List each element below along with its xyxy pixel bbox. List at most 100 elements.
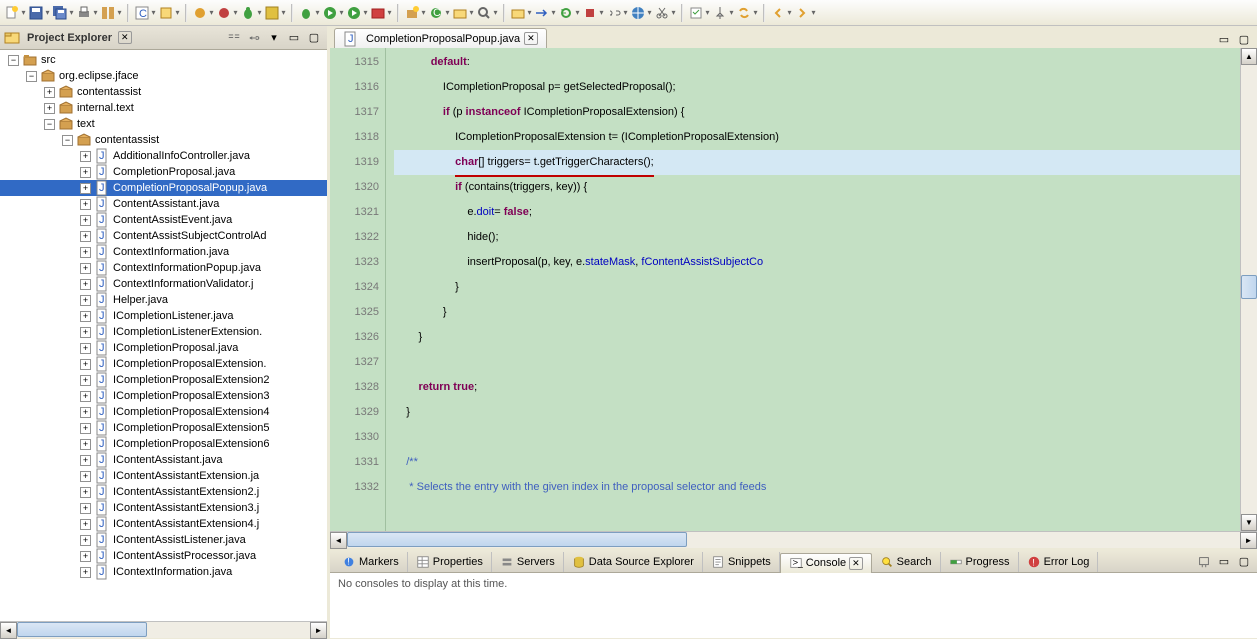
minimize-icon[interactable]: ▭ <box>285 29 303 47</box>
expander-icon[interactable]: + <box>80 407 91 418</box>
new-package-button[interactable]: ▾ <box>404 2 426 24</box>
tree-node[interactable]: −text <box>0 116 327 132</box>
maximize-icon[interactable]: ▢ <box>1235 553 1253 571</box>
expander-icon[interactable]: + <box>80 183 91 194</box>
code-line[interactable]: if (p instanceof ICompletionProposalExte… <box>394 100 1240 125</box>
bug-button[interactable]: ▾ <box>240 2 262 24</box>
profile-button[interactable]: ▾ <box>264 2 286 24</box>
tree-node[interactable]: +JIContentAssistantExtension3.j <box>0 500 327 516</box>
new-folder-button[interactable]: ▾ <box>452 2 474 24</box>
tab-error-log[interactable]: !Error Log <box>1019 552 1099 572</box>
tab-search[interactable]: Search <box>872 552 941 572</box>
cut-button[interactable]: ▾ <box>654 2 676 24</box>
tree-node[interactable]: +JIContentAssistListener.java <box>0 532 327 548</box>
refresh-button[interactable]: ▾ <box>558 2 580 24</box>
tree-node[interactable]: +JICompletionProposalExtension6 <box>0 436 327 452</box>
tree-node[interactable]: +JICompletionListenerExtension. <box>0 324 327 340</box>
minimize-icon[interactable]: ▭ <box>1215 553 1233 571</box>
tree-node[interactable]: +JICompletionProposalExtension4 <box>0 404 327 420</box>
tree-node[interactable]: +JContextInformationValidator.j <box>0 276 327 292</box>
expander-icon[interactable]: − <box>44 119 55 130</box>
scroll-left-icon[interactable]: ◄ <box>330 532 347 549</box>
code-line[interactable]: e.doit= false; <box>394 200 1240 225</box>
scroll-thumb[interactable] <box>17 622 147 637</box>
scroll-down-icon[interactable]: ▼ <box>1241 514 1257 531</box>
code-line[interactable]: } <box>394 325 1240 350</box>
code-line[interactable]: /** <box>394 450 1240 475</box>
expander-icon[interactable]: + <box>80 327 91 338</box>
expander-icon[interactable]: + <box>44 103 55 114</box>
scroll-left-icon[interactable]: ◄ <box>0 622 17 639</box>
tab-data-source-explorer[interactable]: Data Source Explorer <box>564 552 703 572</box>
maximize-icon[interactable]: ▢ <box>1235 30 1253 48</box>
view-menu-icon[interactable]: ▾ <box>265 29 283 47</box>
tree-node[interactable]: −org.eclipse.jface <box>0 68 327 84</box>
maximize-icon[interactable]: ▢ <box>305 29 323 47</box>
expander-icon[interactable]: + <box>80 279 91 290</box>
tree-node[interactable]: +JContextInformationPopup.java <box>0 260 327 276</box>
expander-icon[interactable]: + <box>44 87 55 98</box>
code-line[interactable]: * Selects the entry with the given index… <box>394 475 1240 500</box>
tab-console[interactable]: >_Console ✕ <box>780 553 872 573</box>
expander-icon[interactable]: + <box>80 247 91 258</box>
task-button[interactable]: ▾ <box>688 2 710 24</box>
breakpoint-button[interactable]: ▾ <box>216 2 238 24</box>
code-line[interactable] <box>394 350 1240 375</box>
tree-node[interactable]: +JIContextInformation.java <box>0 564 327 580</box>
expander-icon[interactable]: + <box>80 263 91 274</box>
tree-node[interactable]: +JContentAssistant.java <box>0 196 327 212</box>
run-ext-button[interactable]: ▾ <box>346 2 368 24</box>
code-line[interactable]: char[] triggers= t.getTriggerCharacters(… <box>394 150 1240 175</box>
build-button[interactable]: ▾ <box>100 2 122 24</box>
scroll-thumb[interactable] <box>1241 275 1257 299</box>
expander-icon[interactable]: − <box>26 71 37 82</box>
expander-icon[interactable]: + <box>80 231 91 242</box>
code-line[interactable]: } <box>394 300 1240 325</box>
expander-icon[interactable]: + <box>80 343 91 354</box>
expander-icon[interactable]: + <box>80 359 91 370</box>
open-type-button[interactable]: C▾ <box>134 2 156 24</box>
expander-icon[interactable]: + <box>80 311 91 322</box>
code-line[interactable]: insertProposal(p, key, e.stateMask, fCon… <box>394 250 1240 275</box>
save-button[interactable]: ▾ <box>28 2 50 24</box>
forward-button[interactable]: ▾ <box>794 2 816 24</box>
tree-node[interactable]: −src <box>0 52 327 68</box>
code-line[interactable]: return true; <box>394 375 1240 400</box>
expander-icon[interactable]: + <box>80 519 91 530</box>
tree-node[interactable]: +JIContentAssistantExtension.ja <box>0 468 327 484</box>
close-tab-icon[interactable]: ✕ <box>524 32 538 45</box>
tree-node[interactable]: +JICompletionProposal.java <box>0 340 327 356</box>
code-editor[interactable]: default: ICompletionProposal p= getSelec… <box>386 48 1240 531</box>
tree-node[interactable]: +JContextInformation.java <box>0 244 327 260</box>
expander-icon[interactable]: + <box>80 295 91 306</box>
new-class-button[interactable]: C▾ <box>428 2 450 24</box>
scroll-right-icon[interactable]: ► <box>1240 532 1257 549</box>
tree-node[interactable]: +JAdditionalInfoController.java <box>0 148 327 164</box>
tree-node[interactable]: +JICompletionProposalExtension. <box>0 356 327 372</box>
expander-icon[interactable]: + <box>80 551 91 562</box>
stop-button[interactable]: ▾ <box>582 2 604 24</box>
skip-button[interactable]: ▾ <box>192 2 214 24</box>
external-button[interactable]: ▾ <box>370 2 392 24</box>
code-line[interactable]: } <box>394 275 1240 300</box>
expander-icon[interactable]: + <box>80 391 91 402</box>
expander-icon[interactable]: + <box>80 439 91 450</box>
tree-node[interactable]: +JIContentAssistantExtension2.j <box>0 484 327 500</box>
code-line[interactable]: hide(); <box>394 225 1240 250</box>
tree-node[interactable]: +JIContentAssistantExtension4.j <box>0 516 327 532</box>
expander-icon[interactable]: + <box>80 375 91 386</box>
expander-icon[interactable]: − <box>62 135 73 146</box>
tree-node[interactable]: +JCompletionProposalPopup.java <box>0 180 327 196</box>
expander-icon[interactable]: + <box>80 535 91 546</box>
run-button[interactable]: ▾ <box>322 2 344 24</box>
new-button[interactable]: ▾ <box>4 2 26 24</box>
pin-button[interactable]: ▾ <box>712 2 734 24</box>
tree-node[interactable]: +JIContentAssistProcessor.java <box>0 548 327 564</box>
expander-icon[interactable]: + <box>80 487 91 498</box>
expander-icon[interactable]: + <box>80 455 91 466</box>
link-editor-icon[interactable] <box>245 29 263 47</box>
expander-icon[interactable]: + <box>80 167 91 178</box>
expander-icon[interactable]: + <box>80 423 91 434</box>
scroll-right-icon[interactable]: ► <box>310 622 327 639</box>
close-tab-icon[interactable]: ✕ <box>849 557 863 570</box>
